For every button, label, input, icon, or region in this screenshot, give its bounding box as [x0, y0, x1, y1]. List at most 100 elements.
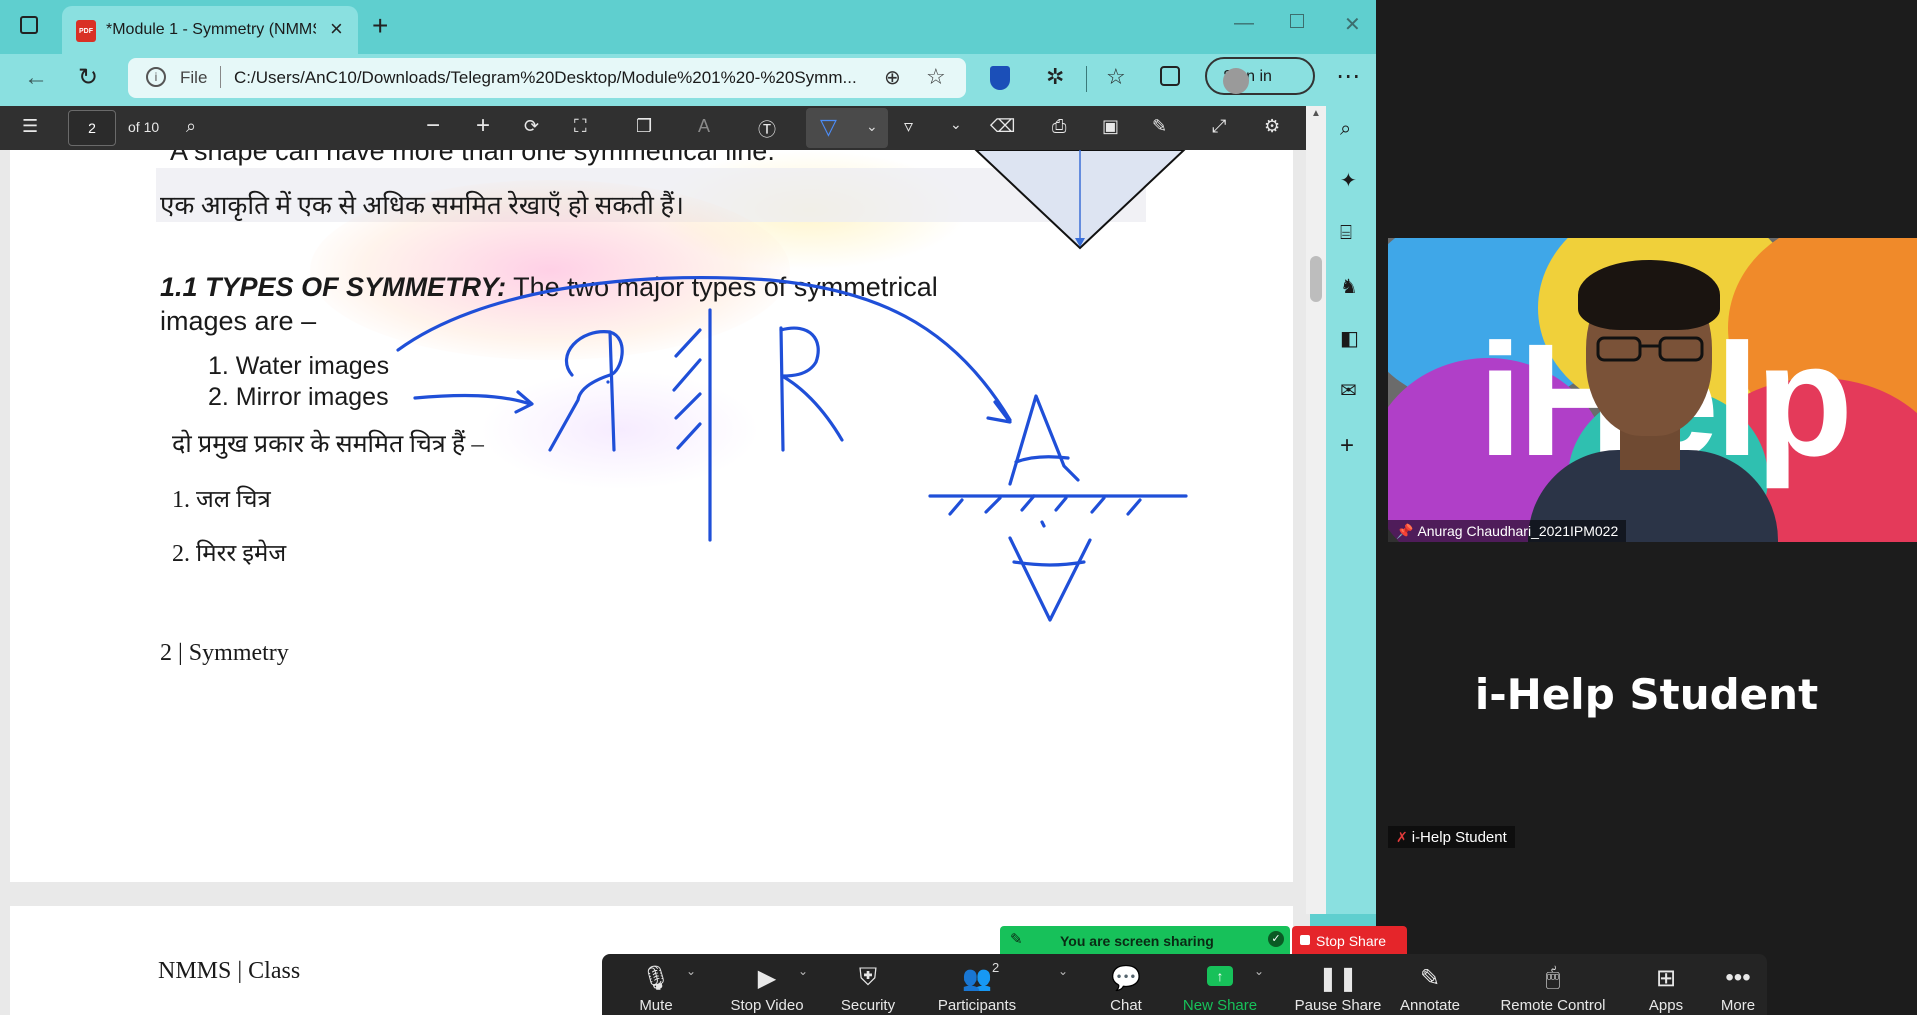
ink-sketch-a: [1008, 394, 1080, 486]
pdf-scrollbar[interactable]: ▲: [1306, 106, 1326, 914]
stop-square-icon: [1300, 935, 1310, 945]
scroll-up-icon[interactable]: ▲: [1311, 108, 1321, 119]
pin-icon: ✎: [1010, 931, 1023, 948]
participant-name-label: 📌 Anurag Chaudhari_2021IPM022: [1388, 520, 1627, 542]
security-button[interactable]: ⛨ Security: [818, 954, 918, 1015]
screen-sharing-banner[interactable]: ✎ You are screen sharing ✓: [1000, 926, 1290, 954]
new-share-label: New Share: [1182, 997, 1258, 1014]
share-options-chevron-icon[interactable]: ⌄: [1254, 964, 1264, 978]
more-dots-icon: •••: [1725, 964, 1751, 991]
self-view-name-text: i-Help Student: [1411, 829, 1507, 846]
read-aloud-icon[interactable]: A: [698, 116, 710, 137]
more-button[interactable]: ••• More: [1688, 954, 1788, 1015]
shield-check-icon: ✓: [1268, 931, 1284, 947]
video-options-chevron-icon[interactable]: ⌄: [798, 964, 808, 978]
self-view-name-label: ✗ i-Help Student: [1388, 826, 1515, 848]
next-page-header: NMMS | Class: [158, 958, 301, 984]
sidebar-office-icon[interactable]: ◧: [1340, 326, 1359, 351]
fit-page-icon[interactable]: ⛶: [574, 116, 587, 137]
sidebar-discover-icon[interactable]: ✦: [1340, 168, 1357, 193]
zoom-magnifier-icon[interactable]: ⊕: [884, 65, 901, 90]
chevron-down-icon[interactable]: ⌄: [866, 118, 878, 135]
close-window-icon[interactable]: ✕: [1344, 12, 1361, 37]
participants-options-chevron-icon[interactable]: ⌄: [1058, 964, 1068, 978]
rotate-icon[interactable]: ⟳: [524, 116, 539, 137]
minimize-icon[interactable]: —: [1234, 12, 1254, 35]
text-box-icon[interactable]: Ⓣ: [758, 116, 776, 142]
stop-share-button[interactable]: Stop Share: [1292, 926, 1407, 954]
participant-name-text: Anurag Chaudhari_2021IPM022: [1417, 523, 1619, 539]
maximize-icon[interactable]: [1290, 14, 1304, 28]
participants-count: 2: [992, 960, 1000, 975]
pdf-viewer[interactable]: A shape can have more than one symmetric…: [0, 150, 1310, 1015]
settings-gear-icon[interactable]: ⚙: [1264, 116, 1280, 137]
highlight-icon[interactable]: ▿: [904, 116, 913, 137]
participants-icon: 👥: [962, 965, 992, 992]
url-field[interactable]: i File C:/Users/AnC10/Downloads/Telegram…: [128, 58, 966, 98]
zoom-out-icon[interactable]: −: [426, 112, 440, 140]
page-view-icon[interactable]: ❐: [636, 116, 652, 137]
annotate-button[interactable]: ✎ Annotate: [1380, 954, 1480, 1015]
address-bar-row: ← ↻ i File C:/Users/AnC10/Downloads/Tele…: [0, 54, 1376, 106]
back-arrow-icon[interactable]: ←: [24, 64, 48, 92]
find-search-icon[interactable]: ⌕: [186, 116, 196, 137]
active-speaker-name: i-Help Student: [1474, 670, 1819, 719]
chat-bubble-icon: 💬: [1111, 965, 1141, 992]
participants-button[interactable]: 👥 2 Participants: [912, 954, 1042, 1015]
collections-icon[interactable]: [1160, 66, 1180, 86]
highlight-options-chevron-icon[interactable]: ⌄: [950, 116, 962, 133]
favorites-icon[interactable]: ☆: [1106, 64, 1126, 90]
scrollbar-thumb[interactable]: [1310, 256, 1322, 302]
draw-tool-button[interactable]: ▽ ⌄: [806, 108, 888, 148]
tab-pdf-document[interactable]: PDF *Module 1 - Symmetry (NMMS).p ×: [62, 6, 358, 54]
ink-arrow-curve: [396, 275, 1012, 422]
highlighter-draw-icon: ▽: [820, 114, 837, 139]
save-icon[interactable]: ▣: [1102, 116, 1119, 137]
tab-actions-icon[interactable]: [20, 16, 38, 34]
bitwarden-extension-icon[interactable]: [990, 66, 1010, 90]
shield-icon: ⛨: [859, 964, 877, 991]
contents-list-icon[interactable]: ☰: [22, 116, 38, 137]
pdf-toolbar: ☰ 2 of 10 ⌕ − + ⟳ ⛶ ❐ A Ⓣ ▽ ⌄ ▿ ⌄ ⌫ ⎙ ▣ …: [0, 106, 1310, 150]
pencil-icon: ✎: [1419, 965, 1441, 992]
sidebar-tools-icon[interactable]: ⌸: [1340, 222, 1352, 245]
pdf-page: A shape can have more than one symmetric…: [10, 150, 1293, 882]
sidebar-outlook-icon[interactable]: ✉: [1340, 378, 1357, 403]
page-number-input[interactable]: 2: [68, 110, 116, 146]
close-tab-icon[interactable]: ×: [330, 16, 343, 42]
chat-label: Chat: [1110, 997, 1142, 1014]
zoom-control-bar: 🎙 Mute ⌄ ▶ Stop Video ⌄ ⛨ Security 👥 2 P…: [602, 954, 1767, 1015]
more-menu-icon[interactable]: ⋯: [1336, 62, 1360, 91]
fullscreen-icon[interactable]: ⤢: [1212, 116, 1226, 137]
add-favorite-icon[interactable]: ☆: [926, 64, 946, 90]
eraser-icon[interactable]: ⌫: [990, 116, 1015, 137]
url-text[interactable]: C:/Users/AnC10/Downloads/Telegram%20Desk…: [234, 68, 857, 88]
stop-share-label: Stop Share: [1316, 933, 1387, 949]
url-scheme-label: File: [180, 68, 208, 87]
chat-button[interactable]: 💬 Chat: [1076, 954, 1176, 1015]
more-label: More: [1720, 997, 1756, 1014]
extensions-icon[interactable]: ✲: [1046, 64, 1064, 90]
annotate-label: Annotate: [1399, 997, 1461, 1014]
save-as-icon[interactable]: ✎: [1152, 116, 1167, 137]
url-divider: [220, 66, 221, 88]
remote-control-button[interactable]: 🖱 Remote Control: [1488, 954, 1618, 1015]
participants-label: Participants: [937, 997, 1017, 1014]
remote-control-label: Remote Control: [1500, 997, 1606, 1014]
sign-in-button[interactable]: Sign in: [1205, 57, 1315, 95]
mute-label: Mute: [639, 997, 673, 1014]
new-tab-button[interactable]: +: [372, 10, 388, 42]
refresh-icon[interactable]: ↻: [78, 63, 98, 92]
participant-video-tile[interactable]: iHelp 📌Anurag Chaudhari_2021IPM022: [1388, 238, 1917, 542]
sidebar-games-icon[interactable]: ♞: [1340, 274, 1358, 299]
info-icon[interactable]: i: [146, 67, 166, 87]
sidebar-add-icon[interactable]: +: [1340, 432, 1354, 460]
tab-title: *Module 1 - Symmetry (NMMS).p: [106, 21, 316, 38]
sidebar-search-icon[interactable]: ⌕: [1340, 118, 1351, 141]
tab-bar: PDF *Module 1 - Symmetry (NMMS).p × + — …: [0, 0, 1376, 54]
glasses: [1596, 336, 1704, 362]
print-icon[interactable]: ⎙: [1052, 116, 1066, 137]
zoom-in-icon[interactable]: +: [476, 112, 490, 140]
profile-avatar-icon: [1223, 68, 1249, 94]
audio-options-chevron-icon[interactable]: ⌄: [686, 964, 696, 978]
